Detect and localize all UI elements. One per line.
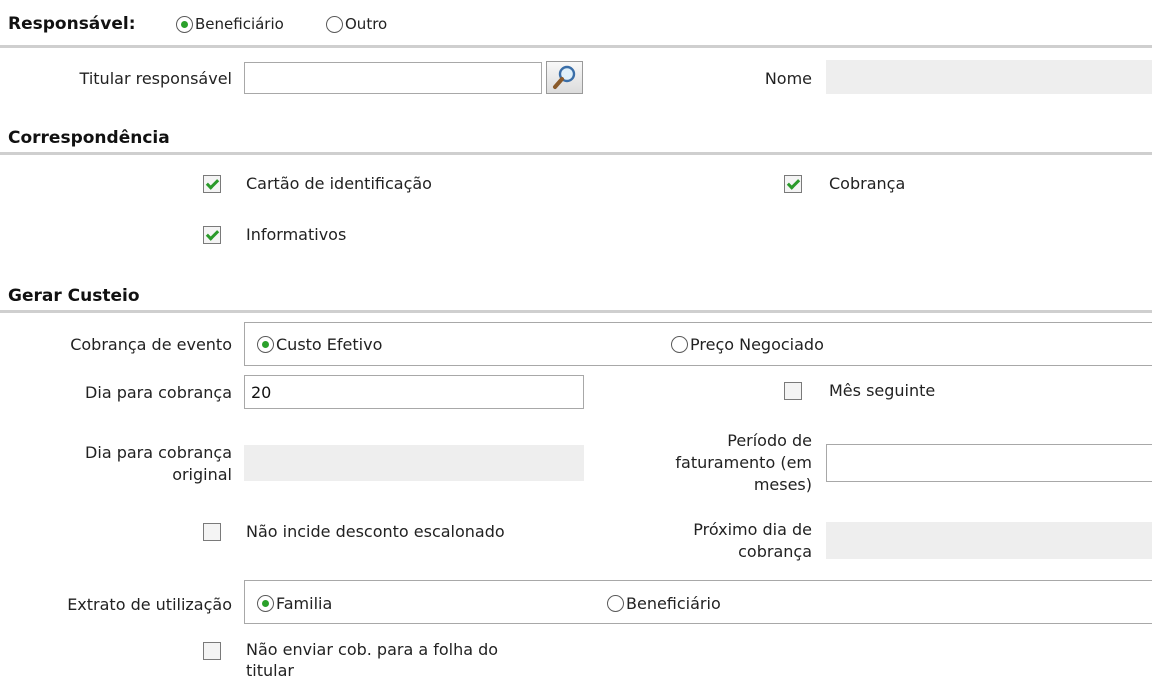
checkbox-mes-seguinte[interactable] (784, 382, 802, 400)
proximo-label-2: cobrança (738, 542, 812, 561)
dia-original-field (244, 445, 584, 481)
extrato-label: Extrato de utilização (67, 595, 232, 614)
checkbox-cartao-label: Cartão de identificação (246, 174, 432, 193)
radio-beneficiario-label: Beneficiário (195, 15, 284, 33)
titular-responsavel-label: Titular responsável (79, 69, 232, 88)
checkbox-mes-seguinte-label: Mês seguinte (829, 381, 936, 400)
checkbox-cobranca-label: Cobrança (829, 174, 906, 193)
checkbox-nao-incide[interactable] (203, 523, 221, 541)
proximo-label-1: Próximo dia de (693, 520, 812, 539)
checkbox-cartao[interactable] (203, 175, 221, 193)
proximo-dia-field (826, 522, 1152, 559)
checkbox-informativos[interactable] (203, 226, 221, 244)
dia-cobranca-label: Dia para cobrança (85, 383, 232, 402)
divider-correspondencia (0, 152, 1152, 155)
checkbox-nao-enviar-label-2: titular (246, 661, 294, 680)
responsavel-label: Responsável: (8, 14, 136, 34)
nome-label: Nome (764, 69, 812, 88)
radio-beneficiario[interactable] (176, 16, 193, 33)
checkbox-informativos-label: Informativos (246, 225, 347, 244)
search-button[interactable] (546, 61, 583, 94)
radio-familia[interactable] (257, 595, 274, 612)
nome-field (826, 60, 1152, 94)
periodo-label-1: Período de (727, 431, 812, 450)
radio-familia-label: Familia (276, 594, 333, 613)
radio-custo-efetivo[interactable] (257, 336, 274, 353)
checkbox-nao-incide-label: Não incide desconto escalonado (246, 522, 505, 541)
periodo-label-3: meses) (753, 475, 812, 494)
radio-outro[interactable] (326, 16, 343, 33)
divider-custeio (0, 310, 1152, 313)
dia-cobranca-input[interactable] (244, 375, 584, 409)
dia-original-label-1: Dia para cobrança (85, 443, 232, 462)
radio-beneficiario-extrato[interactable] (607, 595, 624, 612)
radio-preco-negociado-label: Preço Negociado (690, 335, 824, 354)
gerar-custeio-title: Gerar Custeio (8, 286, 140, 306)
titular-responsavel-input[interactable] (244, 62, 542, 94)
search-icon (553, 65, 576, 89)
cobranca-evento-label: Cobrança de evento (70, 335, 232, 354)
divider-responsavel (0, 45, 1152, 48)
checkbox-nao-enviar[interactable] (203, 642, 221, 660)
radio-preco-negociado[interactable] (671, 336, 688, 353)
checkbox-nao-enviar-label-1: Não enviar cob. para a folha do (246, 640, 499, 659)
radio-beneficiario-extrato-label: Beneficiário (626, 594, 721, 613)
correspondencia-title: Correspondência (8, 128, 170, 148)
periodo-label-2: faturamento (em (675, 453, 812, 472)
radio-outro-label: Outro (345, 15, 388, 33)
dia-original-label-2: original (172, 465, 232, 484)
periodo-input[interactable] (826, 444, 1152, 482)
checkbox-cobranca[interactable] (784, 175, 802, 193)
radio-custo-efetivo-label: Custo Efetivo (276, 335, 383, 354)
